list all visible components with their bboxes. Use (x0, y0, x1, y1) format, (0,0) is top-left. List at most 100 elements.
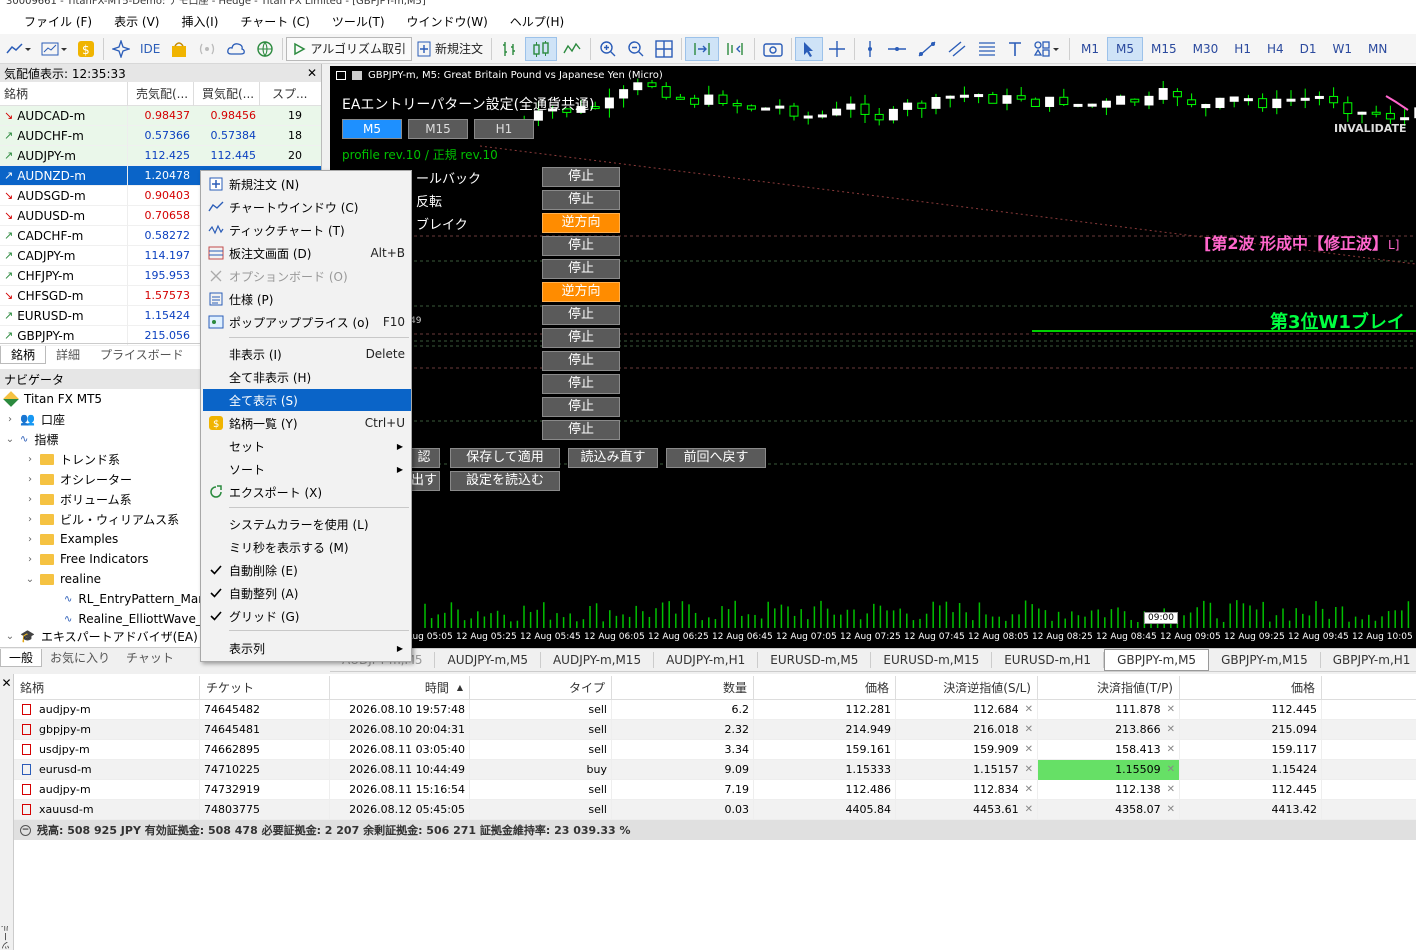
context-menu-item[interactable]: 仕様 (P) (203, 288, 411, 310)
ea-tf-m5[interactable]: M5 (342, 119, 402, 139)
remove-icon[interactable]: ✕ (1167, 724, 1175, 735)
context-menu-item[interactable]: ティックチャート (T) (203, 219, 411, 241)
remove-icon[interactable]: ✕ (1025, 724, 1033, 735)
tf-w1[interactable]: W1 (1325, 37, 1361, 61)
text-icon[interactable] (1002, 37, 1028, 61)
ea-toggle-button[interactable]: 停止 (542, 420, 620, 440)
ea-toggle-button[interactable]: 停止 (542, 374, 620, 394)
context-menu-item[interactable]: エクスポート (X) (203, 481, 411, 503)
context-menu-item[interactable]: 新規注文 (N) (203, 173, 411, 195)
ea-toggle-button[interactable]: 停止 (542, 259, 620, 279)
screenshot-icon[interactable] (758, 37, 788, 61)
context-menu-item[interactable]: 全て非表示 (H) (203, 366, 411, 388)
table-header-cell[interactable]: 価格 (1180, 675, 1322, 700)
autoscroll-icon[interactable] (685, 36, 720, 61)
signals-icon[interactable] (193, 37, 221, 61)
context-menu-item[interactable]: 表示列 ▶ (203, 637, 411, 659)
ai-icon[interactable] (107, 37, 135, 61)
tab-chat[interactable]: チャット (118, 649, 182, 666)
indicators-icon[interactable] (36, 37, 72, 61)
context-menu-item[interactable]: $ 銘柄一覧 (Y) Ctrl+U (203, 412, 411, 434)
menu-chart[interactable]: チャート (C) (229, 8, 320, 34)
table-row[interactable]: usdjpy-m 74662895 2026.08.11 03:05:40 sell 3… (14, 739, 1416, 760)
cursor-icon[interactable] (795, 36, 824, 61)
close-icon[interactable]: ✕ (0, 676, 13, 690)
chart-tab[interactable]: GBPJPY-m,M15 (1209, 652, 1321, 668)
col-symbol[interactable]: 銘柄 (0, 81, 128, 106)
symbol-row[interactable]: ↗ AUDCHF-m 0.57366 0.57384 18 (0, 125, 321, 146)
col-bid[interactable]: 売気配(... (128, 81, 194, 106)
menu-help[interactable]: ヘルプ(H) (499, 8, 575, 34)
context-menu-item[interactable]: ミリ秒を表示する (M) (203, 536, 411, 558)
symbols-icon[interactable]: $ (72, 37, 100, 61)
context-menu-item[interactable]: チャートウインドウ (C) (203, 196, 411, 218)
candle-chart-icon[interactable] (525, 36, 558, 61)
horizontal-line-icon[interactable] (882, 37, 912, 61)
table-row[interactable]: audjpy-m 74732919 2026.08.11 15:16:54 sell 7… (14, 779, 1416, 800)
context-menu-item[interactable]: 自動整列 (A) (203, 582, 411, 604)
chart-tab[interactable]: EURUSD-m,M5 (758, 652, 872, 668)
tab-price-board[interactable]: プライスボード (90, 346, 194, 363)
context-menu-item[interactable]: グリッド (G) (203, 605, 411, 627)
context-menu-item[interactable]: 板注文画面 (D) Alt+B (203, 242, 411, 264)
remove-icon[interactable]: ✕ (1025, 704, 1033, 715)
bar-chart-icon[interactable] (495, 37, 525, 61)
algo-trading-button[interactable]: アルゴリズム取引 (286, 36, 413, 61)
crosshair-icon[interactable] (823, 37, 851, 61)
revert-button[interactable]: 前回へ戻す (666, 448, 766, 468)
new-order-button[interactable]: 新規注文 (412, 37, 488, 61)
menu-window[interactable]: ウインドウ(W) (396, 8, 499, 34)
remove-icon[interactable]: ✕ (1167, 704, 1175, 715)
ea-tf-m15[interactable]: M15 (408, 119, 468, 139)
tab-common[interactable]: 一般 (0, 648, 43, 667)
table-header-cell[interactable]: 時間 ▲ (330, 675, 470, 700)
zoom-in-icon[interactable] (594, 37, 622, 61)
symbol-row[interactable]: ↘ AUDCAD-m 0.98437 0.98456 19 (0, 105, 321, 126)
remove-icon[interactable]: ✕ (1025, 784, 1033, 795)
trendline-icon[interactable] (912, 37, 942, 61)
ea-tf-h1[interactable]: H1 (474, 119, 534, 139)
channel-icon[interactable] (942, 37, 972, 61)
chart-tab[interactable]: GBPJPY-m,H1 (1321, 652, 1416, 668)
ea-toggle-button[interactable]: 停止 (542, 397, 620, 417)
chart-tab[interactable]: AUDJPY-m,M5 (435, 652, 541, 668)
table-header-cell[interactable]: 決済指値(T/P) (1038, 675, 1180, 700)
table-header-cell[interactable]: 銘柄 (14, 675, 200, 700)
menu-view[interactable]: 表示 (V) (103, 8, 170, 34)
tf-mn[interactable]: MN (1360, 37, 1395, 61)
chart-tab[interactable]: AUDJPY-m,H1 (654, 652, 759, 668)
context-menu-item[interactable]: システムカラーを使用 (L) (203, 513, 411, 535)
table-row[interactable]: eurusd-m 74710225 2026.08.11 10:44:49 buy 9.… (14, 759, 1416, 780)
zoom-out-icon[interactable] (622, 37, 650, 61)
ea-toggle-button[interactable]: 停止 (542, 351, 620, 371)
remove-icon[interactable]: ✕ (1025, 744, 1033, 755)
tf-h1[interactable]: H1 (1226, 37, 1259, 61)
context-menu-item[interactable]: 非表示 (I) Delete (203, 343, 411, 365)
market-icon[interactable] (165, 37, 193, 61)
table-header-cell[interactable]: 数量 (612, 675, 754, 700)
menu-file[interactable]: ファイル (F) (0, 8, 103, 34)
tile-windows-icon[interactable] (650, 37, 678, 61)
ea-toggle-button[interactable]: 停止 (542, 190, 620, 210)
ea-toggle-button[interactable]: 逆方向 (542, 282, 620, 302)
line-chart-icon[interactable] (557, 37, 587, 61)
load-settings-button[interactable]: 設定を読込む (450, 471, 560, 491)
table-row[interactable]: audjpy-m 74645482 2026.08.10 19:57:48 sell 6… (14, 699, 1416, 720)
chart-type-icon[interactable] (0, 37, 36, 61)
tf-d1[interactable]: D1 (1292, 37, 1325, 61)
col-ask[interactable]: 買気配(... (194, 81, 260, 106)
remove-icon[interactable]: ✕ (1167, 744, 1175, 755)
context-menu-item[interactable]: オプションボード (O) (203, 265, 411, 287)
context-menu-item[interactable]: 自動削除 (E) (203, 559, 411, 581)
remove-icon[interactable]: ✕ (1167, 804, 1175, 815)
table-header-cell[interactable]: タイプ (470, 675, 612, 700)
remove-icon[interactable]: ✕ (1025, 804, 1033, 815)
menu-insert[interactable]: 挿入(I) (170, 8, 229, 34)
context-menu-item[interactable]: ポップアッププライス (o) F10 (203, 311, 411, 333)
tf-m30[interactable]: M30 (1185, 37, 1227, 61)
context-menu-item[interactable]: ソート ▶ (203, 458, 411, 480)
chart-tab[interactable]: AUDJPY-m,M15 (541, 652, 655, 668)
tf-m1[interactable]: M1 (1073, 37, 1107, 61)
ea-toggle-button[interactable]: 停止 (542, 167, 620, 187)
ea-toggle-button[interactable]: 停止 (542, 236, 620, 256)
